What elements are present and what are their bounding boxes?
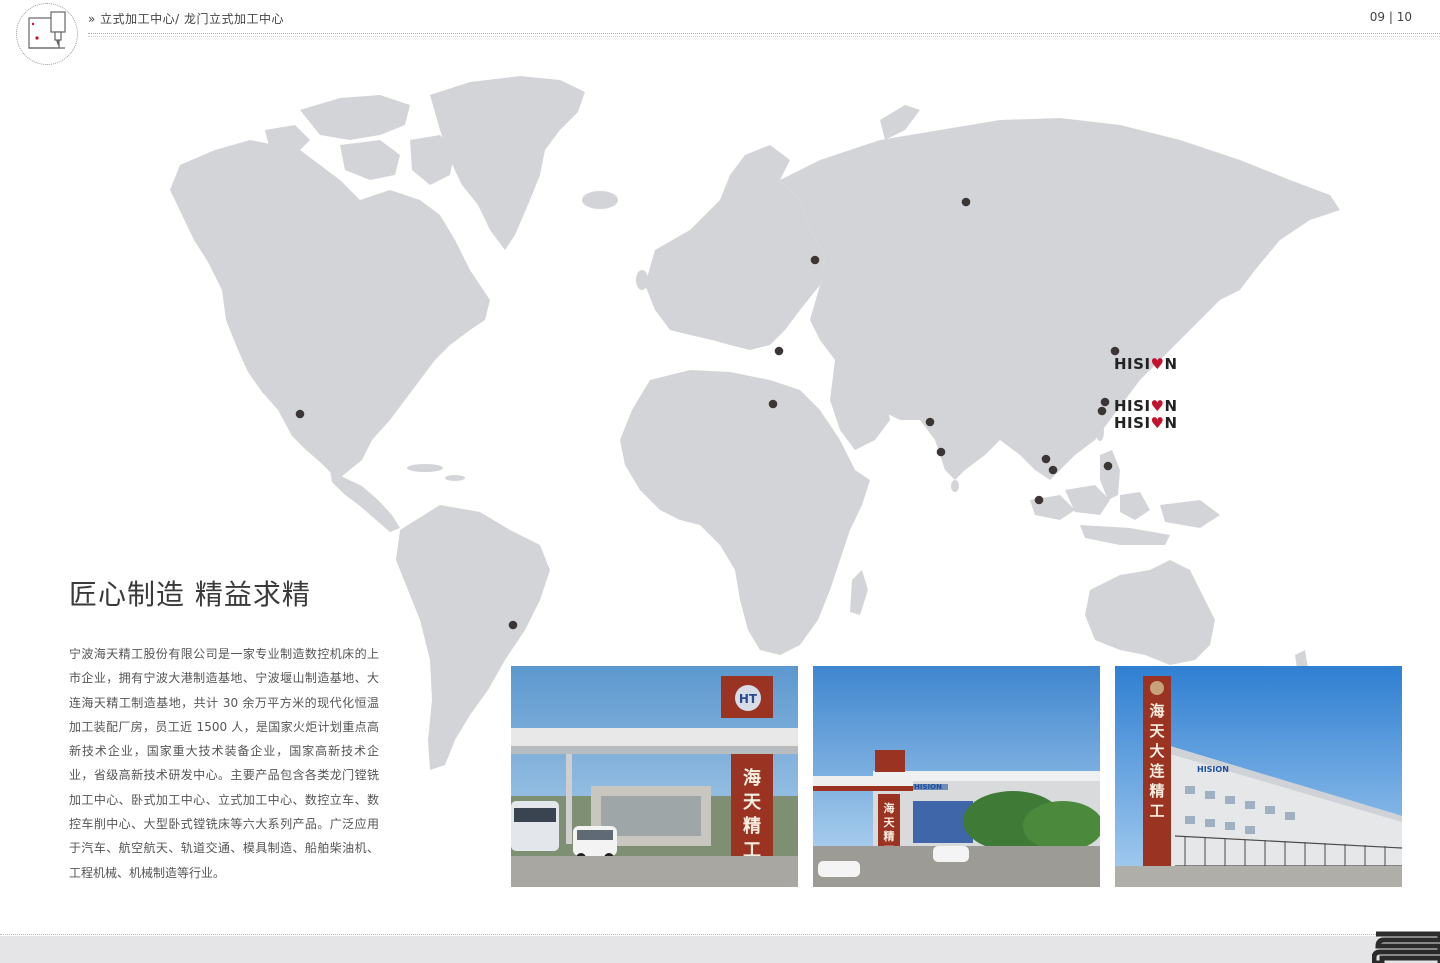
location-dot (1110, 346, 1120, 356)
location-dot (1097, 406, 1107, 416)
heart-icon: ♥ (1150, 414, 1165, 432)
location-dot (810, 255, 820, 265)
location-dot (961, 197, 971, 207)
hision-logo-dagang: HISI♥N (1114, 398, 1178, 414)
location-dot (508, 620, 518, 630)
footer-bar (0, 936, 1440, 963)
location-dot (1041, 454, 1051, 464)
breadcrumb[interactable]: » 立式加工中心/ 龙门立式加工中心 (88, 10, 284, 27)
heart-icon: ♥ (1150, 397, 1165, 415)
central-america-shape (330, 470, 400, 532)
location-dot (774, 346, 784, 356)
north-america-shape (170, 140, 490, 478)
australia-shape (1085, 560, 1215, 665)
brand-label: HISI♥N (1114, 414, 1178, 432)
location-dot (1048, 465, 1058, 475)
location-dot (1103, 461, 1113, 471)
header-divider-secondary (88, 36, 1440, 37)
brand-mark-icon (1372, 931, 1440, 963)
wall-text: HISION (914, 783, 942, 791)
location-dot (768, 399, 778, 409)
hision-logo-yanshan: HISI♥N (1114, 415, 1178, 431)
location-dot (1034, 495, 1044, 505)
page-number: 09 | 10 (1369, 10, 1412, 24)
wall-text: HISION (1197, 765, 1229, 774)
heart-icon: ♥ (1150, 355, 1165, 373)
sign-logo: HT (739, 692, 758, 706)
headline: 匠心制造 精益求精 (69, 578, 311, 611)
location-dot (925, 417, 935, 427)
location-dot (1100, 397, 1110, 407)
greenland-shape (430, 76, 585, 250)
company-description: 宁波海天精工股份有限公司是一家专业制造数控机床的上市企业，拥有宁波大港制造基地、… (69, 647, 379, 880)
africa-shape (620, 370, 870, 655)
dalian-factory-photo: HISION 海天大连精工 (1115, 666, 1402, 887)
factory-gate-photo: HT 海天精工 (511, 666, 798, 887)
brand-label: HISI♥N (1114, 397, 1178, 415)
location-dot (295, 409, 305, 419)
factory-building-photo: HISION 海天精工 (813, 666, 1100, 887)
brand-label: HISI♥N (1114, 355, 1178, 373)
header-divider (88, 33, 1440, 34)
location-dot (936, 447, 946, 457)
hision-logo-ningbo: HISI♥N (1114, 356, 1178, 372)
footer-divider (0, 934, 1440, 935)
